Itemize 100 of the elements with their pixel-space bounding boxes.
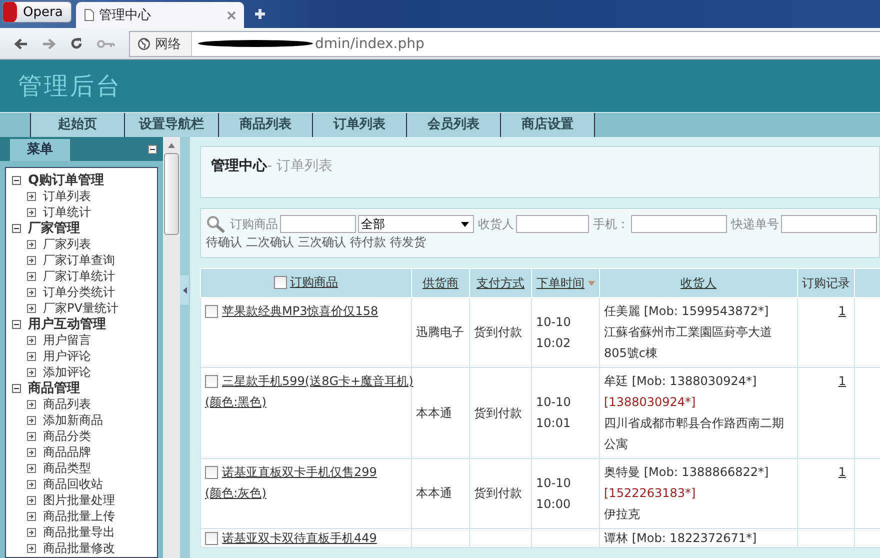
order-date: 10-10 xyxy=(536,394,572,411)
address-text: 江蘇省蘇州市工業園區葑亭大道805號c棟 xyxy=(604,324,773,362)
nav-link[interactable]: 设置导航栏 xyxy=(124,113,218,137)
menu-item[interactable]: 商品批量上传 xyxy=(43,508,115,524)
product-variant-link[interactable]: (颜色:黑色) xyxy=(205,392,266,413)
status-filter-link[interactable]: 二次确认 xyxy=(246,234,294,251)
menu-group-label[interactable]: 厂家管理 xyxy=(28,219,80,237)
record-count-link[interactable]: 1 xyxy=(838,374,850,388)
filter-input[interactable] xyxy=(280,215,356,233)
row-checkbox[interactable] xyxy=(205,305,218,318)
menu-group-label[interactable]: 用户互动管理 xyxy=(28,315,106,333)
menu-item[interactable]: 厂家订单查询 xyxy=(43,252,115,268)
sort-link[interactable]: 下单时间 xyxy=(536,274,584,292)
sort-link[interactable]: 支付方式 xyxy=(476,274,524,292)
filter-label: 手机： xyxy=(593,216,629,232)
status-filter-link[interactable]: 待发货 xyxy=(390,234,426,251)
product-link[interactable]: 三星款手机599(送8G卡+魔音耳机) xyxy=(222,371,414,392)
url-text: dmin/index.php xyxy=(315,36,424,52)
arrow-box-icon xyxy=(27,208,36,216)
minus-box-icon[interactable] xyxy=(12,320,21,328)
nav-link[interactable]: 商品列表 xyxy=(218,113,312,137)
menu-item[interactable]: 图片批量处理 xyxy=(43,492,115,508)
menu-group-label[interactable]: Q购订单管理 xyxy=(28,171,104,189)
menu-item[interactable]: 厂家列表 xyxy=(43,236,91,252)
sort-link[interactable]: 订购商品 xyxy=(290,274,338,291)
scroll-thumb[interactable] xyxy=(164,153,179,235)
close-icon[interactable] xyxy=(226,10,236,20)
globe-icon xyxy=(138,38,150,50)
nav-link[interactable]: 商店设置 xyxy=(500,113,595,137)
menu-item[interactable]: 用户评论 xyxy=(43,348,91,364)
nav-link[interactable]: 会员列表 xyxy=(406,113,500,137)
sort-link[interactable]: 收货人 xyxy=(680,274,716,292)
row-checkbox[interactable] xyxy=(205,532,218,545)
row-checkbox[interactable] xyxy=(205,375,218,388)
arrow-box-icon xyxy=(27,432,36,440)
address-text: 伊拉克 xyxy=(604,506,641,523)
security-badge[interactable]: 网络 xyxy=(130,32,192,56)
filter-input[interactable] xyxy=(516,215,589,233)
arrow-box-icon xyxy=(27,336,36,344)
alt-phone-text: [1522263183*] xyxy=(604,485,697,502)
product-link[interactable]: 苹果款经典MP3惊喜价仅158 xyxy=(222,301,378,322)
menu-item[interactable]: 订单统计 xyxy=(43,204,91,220)
status-filter-link[interactable]: 三次确认 xyxy=(298,234,346,251)
menu-item[interactable]: 商品批量导出 xyxy=(43,524,115,540)
record-count-link[interactable]: 1 xyxy=(838,304,850,318)
receiver-name-mobile: 牟廷 [Mob: 1388030924*] xyxy=(604,373,758,390)
opera-menu-button[interactable]: Opera xyxy=(2,1,72,23)
menu-item[interactable]: 厂家PV量统计 xyxy=(43,300,118,316)
collapse-sidebar-handle[interactable] xyxy=(180,275,189,305)
select-all-checkbox[interactable] xyxy=(274,276,287,289)
arrow-box-icon xyxy=(27,288,36,296)
filter-input[interactable] xyxy=(781,215,877,233)
record-count-link[interactable]: 1 xyxy=(838,465,850,479)
sort-link[interactable]: 供货商 xyxy=(422,274,458,292)
product-link[interactable]: 诺基亚双卡双待直板手机449 xyxy=(222,530,377,547)
menu-tab[interactable]: 菜单 xyxy=(10,139,70,161)
arrow-box-icon xyxy=(27,304,36,312)
arrow-box-icon xyxy=(27,192,36,200)
product-variant-link[interactable]: (颜色:灰色) xyxy=(205,483,266,504)
menu-item[interactable]: 商品批量修改 xyxy=(43,540,115,556)
menu-item[interactable]: 商品品牌 xyxy=(43,444,91,460)
back-icon[interactable] xyxy=(14,38,28,50)
scrollbar[interactable] xyxy=(163,137,180,558)
nav-link[interactable]: 起始页 xyxy=(30,113,124,137)
menu-item[interactable]: 商品列表 xyxy=(43,396,91,412)
receiver-name-mobile: 任美麗 [Mob: 1599543872*] xyxy=(604,303,770,320)
filter-input[interactable] xyxy=(631,215,727,233)
menu-group-label[interactable]: 商品管理 xyxy=(28,379,80,397)
menu-item[interactable]: 订单分类统计 xyxy=(43,284,115,300)
arrow-box-icon xyxy=(27,272,36,280)
minus-box-icon[interactable] xyxy=(12,224,21,232)
arrow-box-icon xyxy=(27,368,36,376)
forward-icon[interactable] xyxy=(42,38,56,50)
product-link[interactable]: 诺基亚直板双卡手机仅售299 xyxy=(222,462,377,483)
address-text: 四川省成都市郫县合作路西南二期公寓 xyxy=(604,415,785,453)
scroll-up-icon[interactable] xyxy=(168,143,175,148)
order-time: 10:01 xyxy=(536,415,572,432)
minus-box-icon[interactable] xyxy=(12,384,21,392)
menu-item[interactable]: 订单列表 xyxy=(43,188,91,204)
nav-link[interactable]: 订单列表 xyxy=(312,113,406,137)
status-filter-link[interactable]: 待付款 xyxy=(350,234,386,251)
menu-item[interactable]: 用户留言 xyxy=(43,332,91,348)
address-field[interactable]: 网络 dmin/index.php xyxy=(129,30,880,56)
menu-item[interactable]: 添加评论 xyxy=(43,364,91,380)
collapse-icon[interactable] xyxy=(148,144,157,154)
menu-item[interactable]: 商品回收站 xyxy=(43,476,103,492)
payment-text: 货到付款 xyxy=(474,325,522,339)
new-tab-icon[interactable] xyxy=(254,8,266,20)
menu-item[interactable]: 添加新商品 xyxy=(43,412,103,428)
menu-item[interactable]: 商品类型 xyxy=(43,460,91,476)
key-icon[interactable] xyxy=(97,38,115,48)
menu-item[interactable]: 商品分类 xyxy=(43,428,91,444)
status-dropdown[interactable]: 全部 xyxy=(358,215,474,233)
minus-box-icon[interactable] xyxy=(12,176,21,184)
row-checkbox[interactable] xyxy=(205,466,218,479)
supplier-text: 迅腾电子 xyxy=(416,325,464,339)
menu-item[interactable]: 厂家订单统计 xyxy=(43,268,115,284)
reload-icon[interactable] xyxy=(70,37,83,50)
status-filter-link[interactable]: 待确认 xyxy=(206,234,242,251)
browser-tab[interactable]: 管理中心 xyxy=(76,2,244,28)
